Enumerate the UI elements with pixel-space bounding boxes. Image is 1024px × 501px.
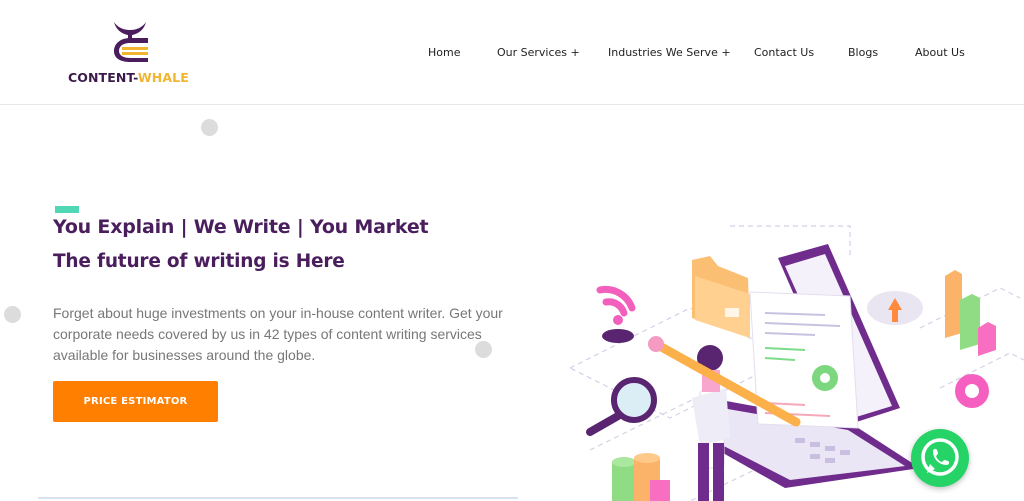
nav-item-blogs[interactable]: Blogs [848, 46, 878, 59]
brand-name-part1: CONTENT- [68, 70, 138, 85]
whatsapp-chat-button[interactable] [911, 429, 969, 487]
main-nav: Home Our Services + Industries We Serve … [0, 46, 1024, 64]
section-divider [38, 497, 518, 499]
brand-name: CONTENT-WHALE [68, 70, 189, 85]
nav-item-industries[interactable]: Industries We Serve + [608, 46, 731, 59]
decorative-dot [4, 306, 21, 323]
whatsapp-icon [921, 438, 959, 476]
nav-item-contact-us[interactable]: Contact Us [754, 46, 814, 59]
nav-item-our-services[interactable]: Our Services + [497, 46, 580, 59]
hero-description: Forget about huge investments on your in… [53, 305, 503, 363]
price-estimator-button[interactable]: PRICE ESTIMATOR [53, 381, 218, 422]
decorative-dot [201, 119, 218, 136]
hero-subheadline: The future of writing is Here [53, 251, 345, 272]
accent-bar [55, 206, 79, 213]
nav-item-home[interactable]: Home [428, 46, 460, 59]
site-header: CONTENT-WHALE Home Our Services + Indust… [0, 0, 1024, 105]
brand-name-part2: WHALE [137, 70, 189, 85]
nav-item-about-us[interactable]: About Us [915, 46, 965, 59]
hero-headline: You Explain | We Write | You Market [53, 216, 429, 238]
